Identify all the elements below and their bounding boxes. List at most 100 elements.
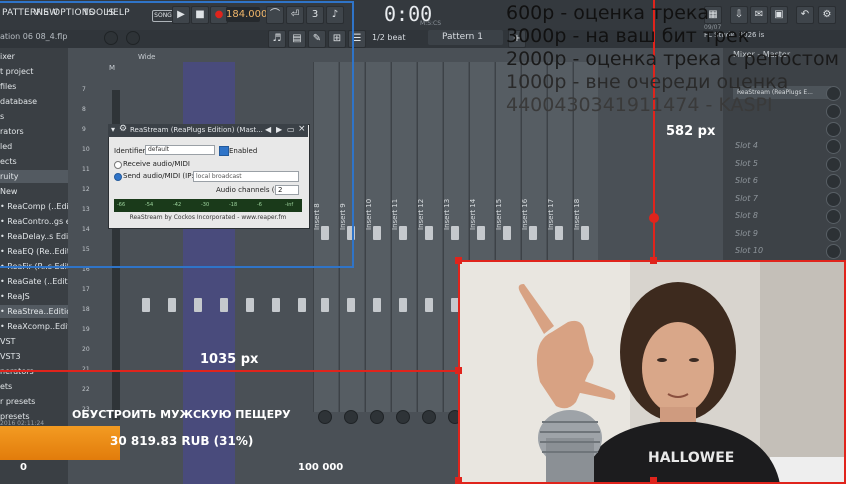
mixer-slot-label: Slot 8 <box>735 211 758 220</box>
price-line: 1000р - вне очереди оценка <box>506 71 789 93</box>
pan-fader[interactable] <box>555 226 563 240</box>
mixer-slot-label: Slot 7 <box>735 193 758 203</box>
browser-item[interactable]: VST3 <box>0 350 68 363</box>
mixer-slot-label: Slot 9 <box>735 228 758 238</box>
width-measure-label: 1035 px <box>200 352 259 367</box>
slot-1-mix-knob[interactable] <box>826 86 841 101</box>
volume-fader[interactable] <box>246 298 254 312</box>
chat-icon[interactable]: ✉ <box>750 6 768 24</box>
mixer-slot-label: Slot 10 <box>735 246 764 255</box>
browser-item[interactable]: • ReaJS <box>0 290 68 303</box>
slot-3-mix-knob[interactable] <box>826 122 841 137</box>
pan-fader[interactable] <box>529 226 537 240</box>
mixer-slot[interactable]: Slot 10 <box>727 243 843 259</box>
price-line: 4400430341911474 - KASPI <box>506 94 773 116</box>
volume-fader[interactable] <box>142 298 150 312</box>
channel-number: 19 <box>82 326 90 333</box>
mixer-insert-label: Insert 13 <box>443 198 451 230</box>
send-knob[interactable] <box>344 410 358 424</box>
mixer-insert-label: Insert 10 <box>365 198 373 230</box>
slot-mix-knob[interactable] <box>826 139 841 154</box>
volume-fader[interactable] <box>298 298 306 312</box>
send-knob[interactable] <box>422 410 436 424</box>
channel-number: 22 <box>82 386 90 393</box>
slot-mix-knob[interactable] <box>826 209 841 224</box>
browser-item[interactable]: ets <box>0 380 68 393</box>
undo-icon[interactable]: ↶ <box>796 6 814 24</box>
mixer-slot[interactable]: Slot 5 <box>727 156 843 172</box>
measure-handle[interactable] <box>649 213 659 223</box>
download-icon[interactable]: ⇩ <box>730 6 748 24</box>
slot-mix-knob[interactable] <box>826 244 841 259</box>
snap-selector[interactable]: 1/2 beat <box>372 30 418 45</box>
mixer-insert-label: Insert 14 <box>469 198 477 230</box>
donation-goal-amount: 30 819.83 RUB (31%) <box>110 434 254 448</box>
news-icon[interactable]: ▣ <box>770 6 788 24</box>
slot-mix-knob[interactable] <box>826 174 841 189</box>
mixer-slot[interactable]: Slot 4 <box>727 138 843 154</box>
mixer-slot-label: Slot 6 <box>735 176 758 185</box>
volume-fader[interactable] <box>220 298 228 312</box>
mixer-insert-label: Insert 11 <box>391 198 399 230</box>
slot-mix-knob[interactable] <box>826 156 841 172</box>
browser-item[interactable]: • ReaStrea..Edition) <box>0 305 68 318</box>
mixer-slot-label: Slot 4 <box>735 141 758 150</box>
browser-item[interactable]: VST <box>0 335 68 348</box>
pan-fader[interactable] <box>399 226 407 240</box>
volume-fader[interactable] <box>194 298 202 312</box>
donation-goal-min: 0 <box>20 462 27 473</box>
send-knob[interactable] <box>396 410 410 424</box>
browser-item[interactable]: • ReaGate (..Edition) <box>0 275 68 288</box>
pan-fader[interactable] <box>503 226 511 240</box>
mixer-insert-label: Insert 15 <box>495 198 503 230</box>
mixer-slot[interactable]: Slot 9 <box>727 226 843 242</box>
channel-number: 17 <box>82 286 90 293</box>
donation-goal-title: ОБУСТРОИТЬ МУЖСКУЮ ПЕЩЕРУ <box>72 408 291 421</box>
mixer-slot[interactable]: Slot 8 <box>727 208 843 224</box>
pan-fader[interactable] <box>373 226 381 240</box>
channel-number: 20 <box>82 346 90 353</box>
mixer-insert-label: Insert 12 <box>417 198 425 230</box>
mixer-slot[interactable]: Slot 7 <box>727 191 843 207</box>
volume-fader[interactable] <box>272 298 280 312</box>
price-line: 600р - оценка трека <box>506 2 710 24</box>
slot-2-mix-knob[interactable] <box>826 104 841 119</box>
donation-goal-fill <box>0 426 120 460</box>
pattern-selector[interactable]: Pattern 1 <box>428 30 503 45</box>
pan-fader[interactable] <box>451 226 459 240</box>
slot-mix-knob[interactable] <box>826 226 841 242</box>
channel-number: 18 <box>82 306 90 313</box>
donation-goal-max: 100 000 <box>298 462 344 473</box>
send-knob[interactable] <box>318 410 332 424</box>
volume-fader[interactable] <box>168 298 176 312</box>
pan-fader[interactable] <box>425 226 433 240</box>
webcam-frame-red <box>458 260 846 484</box>
mixer-insert-label: Insert 18 <box>573 198 581 230</box>
send-knob[interactable] <box>370 410 384 424</box>
frame-corner-bl[interactable] <box>455 477 462 484</box>
volume-fader[interactable] <box>399 298 407 312</box>
height-measure-label: 582 px <box>666 124 716 139</box>
mixer-insert-label: Insert 16 <box>521 198 529 230</box>
mixer-slot[interactable]: Slot 6 <box>727 173 843 189</box>
browser-item[interactable]: r presets <box>0 395 68 408</box>
pan-fader[interactable] <box>581 226 589 240</box>
mixer-insert-label: Insert 17 <box>547 198 555 230</box>
mixer-slot-label: Slot 5 <box>735 158 758 168</box>
frame-edge-left[interactable] <box>455 367 462 374</box>
settings-icon[interactable]: ⚙ <box>818 6 836 24</box>
volume-fader[interactable] <box>321 298 329 312</box>
price-line: 2000р - оценка трека с репостом <box>506 48 839 70</box>
pan-fader[interactable] <box>477 226 485 240</box>
frame-edge-bottom[interactable] <box>650 477 657 484</box>
browser-item[interactable]: • ReaXcomp..Edition) <box>0 320 68 333</box>
volume-fader[interactable] <box>425 298 433 312</box>
volume-fader[interactable] <box>347 298 355 312</box>
volume-fader[interactable] <box>373 298 381 312</box>
frame-edge-top[interactable] <box>650 257 657 264</box>
frame-corner-tl[interactable] <box>455 257 462 264</box>
capture-region-blue <box>0 1 354 268</box>
clock-unit-label: M:S:CS <box>420 20 442 27</box>
price-line: 3000р - на ваш бит трек <box>506 25 750 47</box>
slot-mix-knob[interactable] <box>826 191 841 207</box>
